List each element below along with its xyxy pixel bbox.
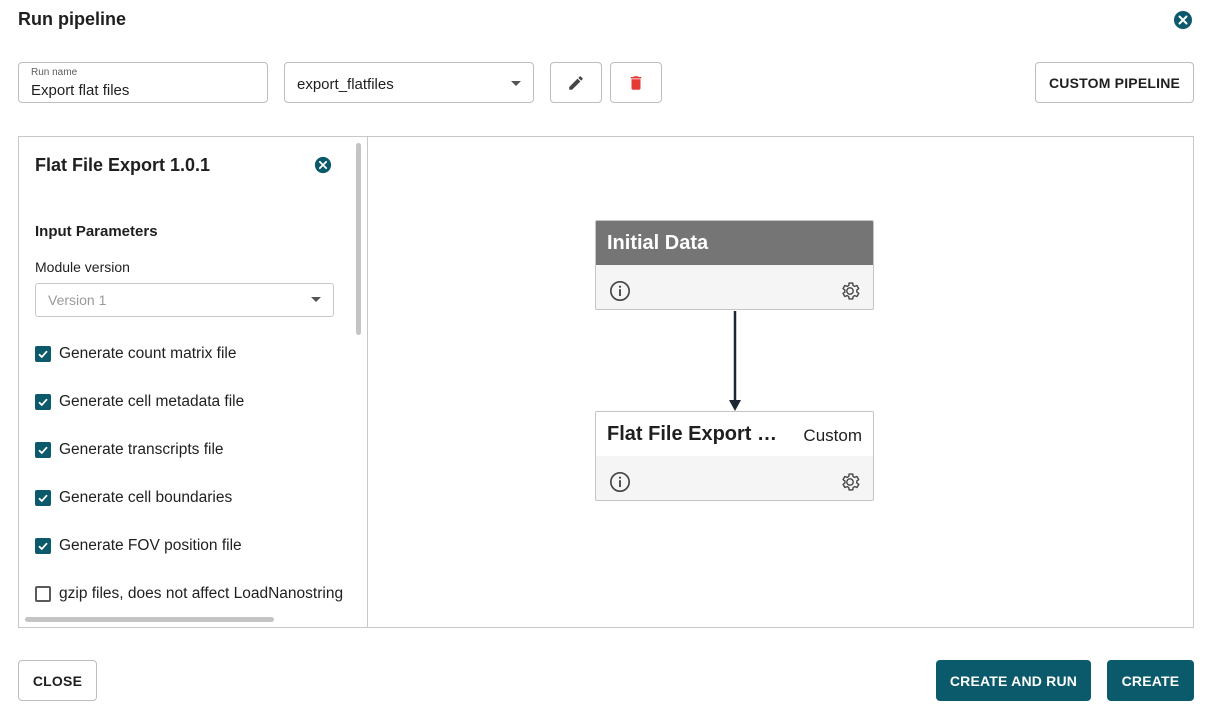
gear-icon[interactable]	[839, 471, 861, 493]
pipeline-select[interactable]: export_flatfiles	[284, 62, 534, 103]
option-gzip[interactable]: gzip files, does not affect LoadNanostri…	[35, 584, 343, 604]
node-initial-data[interactable]: Initial Data	[595, 220, 874, 310]
gear-icon[interactable]	[839, 280, 861, 302]
module-title: Flat File Export 1.0.1	[35, 155, 211, 175]
chevron-down-icon	[311, 297, 321, 302]
chevron-down-icon	[511, 81, 521, 86]
pencil-icon	[569, 75, 583, 90]
custom-pipeline-button[interactable]: CUSTOM PIPELINE	[1035, 62, 1194, 103]
option-label: Generate transcripts file	[59, 441, 224, 458]
horizontal-scrollbar[interactable]	[25, 617, 274, 622]
module-version-select[interactable]: Version 1	[35, 283, 334, 317]
run-name-field[interactable]: Run name Export flat files	[18, 62, 268, 103]
checkbox-unchecked[interactable]	[35, 586, 51, 602]
create-button[interactable]: CREATE	[1107, 660, 1194, 701]
option-label: gzip files, does not affect LoadNanostri…	[59, 585, 344, 602]
run-name-label: Run name	[31, 67, 78, 78]
check-icon	[38, 350, 48, 359]
option-cell-boundaries[interactable]: Generate cell boundaries	[35, 488, 232, 508]
info-icon[interactable]	[609, 471, 631, 493]
pipeline-select-value: export_flatfiles	[297, 76, 394, 93]
option-count-matrix[interactable]: Generate count matrix file	[35, 344, 236, 364]
option-fov-position[interactable]: Generate FOV position file	[35, 536, 242, 556]
pipeline-editor: Flat File Export 1.0.1 Input Parameters …	[18, 136, 1194, 628]
node-tag: Custom	[803, 426, 862, 445]
delete-pipeline-button[interactable]	[610, 62, 662, 103]
edit-pipeline-button[interactable]	[550, 62, 602, 103]
info-icon[interactable]	[609, 280, 631, 302]
check-icon	[38, 398, 48, 407]
close-dialog-icon[interactable]	[1173, 10, 1193, 30]
check-icon	[38, 446, 48, 455]
option-cell-metadata[interactable]: Generate cell metadata file	[35, 392, 244, 412]
option-transcripts[interactable]: Generate transcripts file	[35, 440, 224, 460]
node-title: Flat File Export 1.0.1	[607, 423, 782, 445]
pipeline-edge	[729, 311, 741, 411]
checkbox-checked[interactable]	[35, 538, 51, 554]
checkbox-checked[interactable]	[35, 346, 51, 362]
option-label: Generate cell boundaries	[59, 489, 233, 506]
input-parameters-heading: Input Parameters	[35, 223, 158, 240]
run-pipeline-dialog: Run pipeline Run name Export flat files …	[0, 0, 1212, 712]
checkbox-checked[interactable]	[35, 442, 51, 458]
run-name-value[interactable]: Export flat files	[31, 82, 129, 99]
module-settings-panel: Flat File Export 1.0.1 Input Parameters …	[19, 137, 368, 627]
module-version-label: Module version	[35, 259, 130, 275]
node-title: Initial Data	[607, 232, 709, 254]
check-icon	[38, 542, 48, 551]
close-panel-icon[interactable]	[314, 156, 332, 174]
node-flat-file-export[interactable]: Flat File Export 1.0.1 Custom	[595, 411, 874, 501]
node-header: Flat File Export 1.0.1 Custom	[596, 412, 873, 456]
dialog-title: Run pipeline	[18, 9, 126, 29]
checkbox-checked[interactable]	[35, 394, 51, 410]
option-label: Generate FOV position file	[59, 537, 242, 554]
option-label: Generate cell metadata file	[59, 393, 245, 410]
create-and-run-button[interactable]: CREATE AND RUN	[936, 660, 1091, 701]
trash-icon	[630, 75, 642, 90]
pipeline-canvas: Initial Data Flat File Export 1.0.1 Cust…	[368, 137, 1193, 627]
option-label: Generate count matrix file	[59, 345, 237, 362]
close-button[interactable]: CLOSE	[18, 660, 97, 701]
vertical-scrollbar[interactable]	[356, 143, 361, 335]
node-header: Initial Data	[596, 221, 873, 265]
check-icon	[38, 494, 48, 503]
checkbox-checked[interactable]	[35, 490, 51, 506]
module-version-placeholder: Version 1	[48, 292, 107, 308]
